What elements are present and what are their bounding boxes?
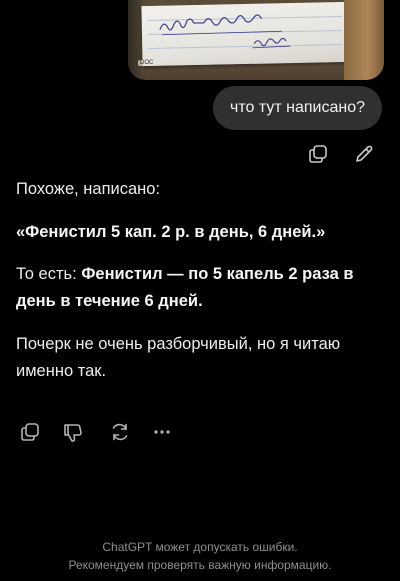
quote-text: «Фенистил 5 кап. 2 р. в день, 6 дней.» xyxy=(16,223,326,241)
explanation-prefix: То есть: xyxy=(16,265,82,283)
user-message-bubble: что тут написано? xyxy=(213,86,382,130)
disclaimer-line-2: Рекомендуем проверять важную информацию. xyxy=(68,558,332,572)
user-message-text: что тут написано? xyxy=(230,99,365,116)
disclaimer: ChatGPT может допускать ошибки. Рекоменд… xyxy=(0,538,400,574)
assistant-message: Похоже, написано: «Фенистил 5 кап. 2 р. … xyxy=(16,176,386,385)
assistant-quote: «Фенистил 5 кап. 2 р. в день, 6 дней.» xyxy=(16,219,386,246)
photo-background xyxy=(128,0,142,80)
edit-icon[interactable] xyxy=(352,142,376,166)
handwritten-note xyxy=(141,1,349,67)
attached-image[interactable]: DOC xyxy=(128,0,384,80)
assistant-intro: Похоже, написано: xyxy=(16,180,161,198)
assistant-explanation: То есть: Фенистил — по 5 капель 2 раза в… xyxy=(16,261,386,315)
regenerate-icon[interactable] xyxy=(108,420,132,444)
doc-badge: DOC xyxy=(138,60,156,66)
more-icon[interactable] xyxy=(150,420,174,444)
copy-icon[interactable] xyxy=(18,420,42,444)
disclaimer-line-1: ChatGPT может допускать ошибки. xyxy=(102,540,298,554)
copy-icon[interactable] xyxy=(306,142,330,166)
photo-background xyxy=(344,0,384,80)
thumbs-down-icon[interactable] xyxy=(62,421,86,445)
assistant-note: Почерк не очень разборчивый, но я читаю … xyxy=(16,335,341,380)
handwriting-scribble xyxy=(159,14,291,49)
